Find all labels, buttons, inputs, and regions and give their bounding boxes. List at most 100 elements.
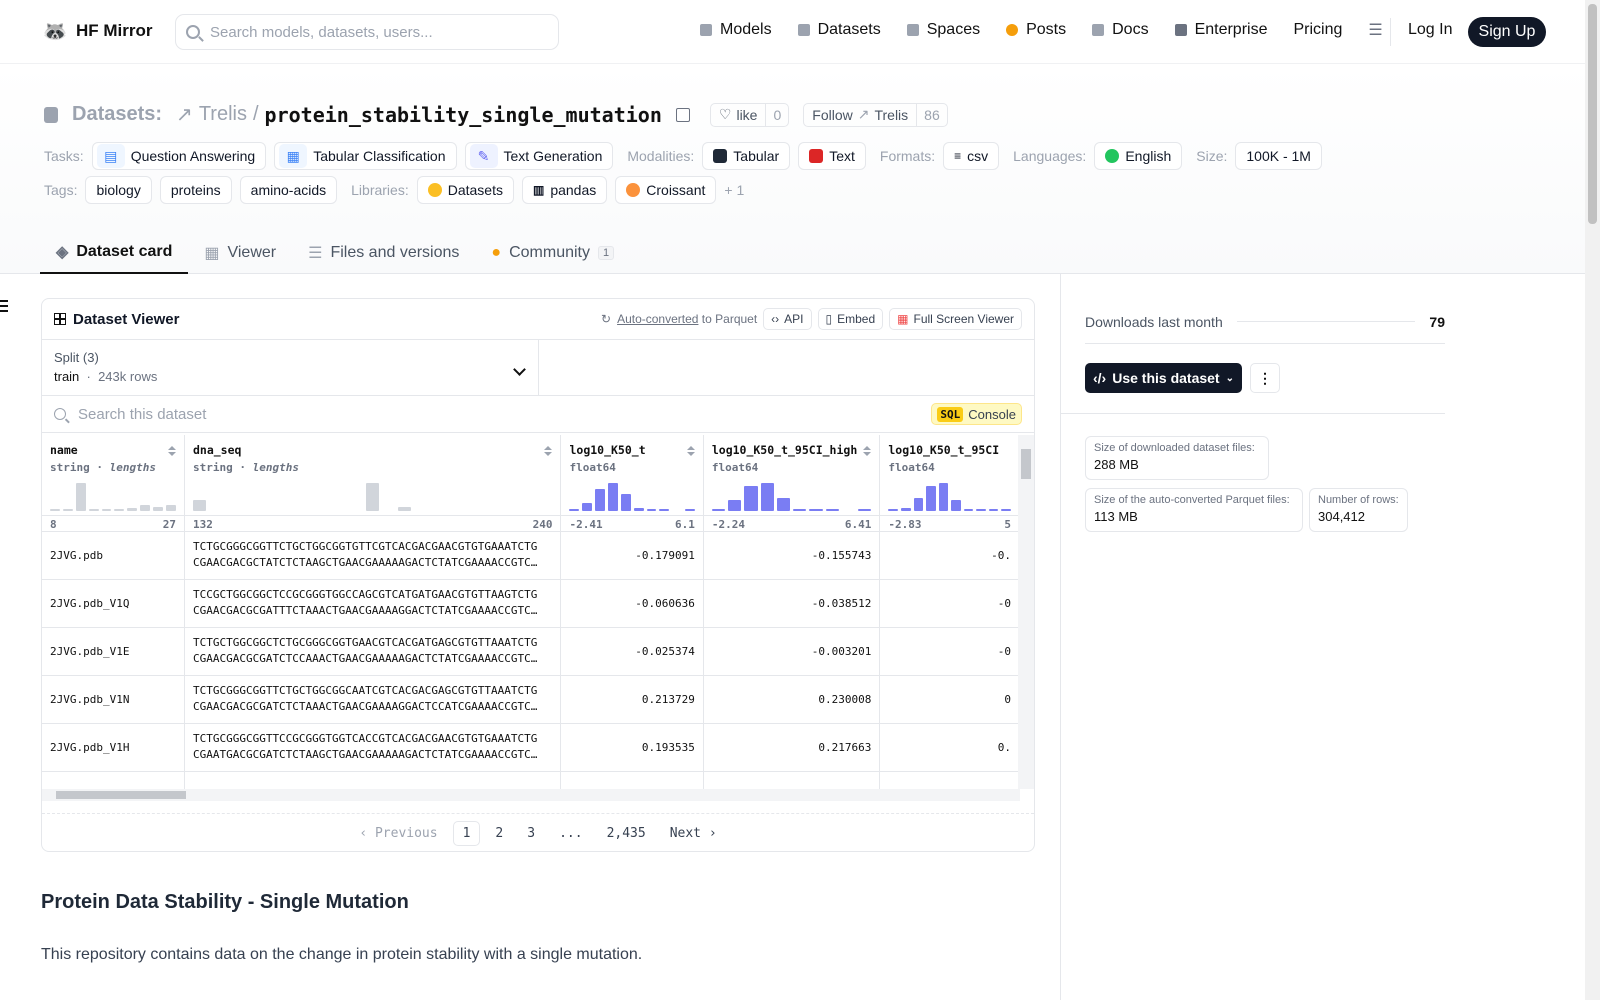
tag-biology[interactable]: biology (85, 176, 152, 204)
histogram-bar[interactable] (672, 510, 682, 511)
library-tag-pandas[interactable]: ▥ pandas (521, 176, 608, 204)
page-button[interactable]: 2 (486, 822, 512, 845)
cell-log10-k50-t-95ci[interactable]: 0. (879, 723, 1020, 772)
cell-log10-k50-t-95ci-high[interactable]: 0.217663 (703, 723, 881, 772)
library-tag-datasets[interactable]: Datasets (416, 176, 514, 204)
tab-community[interactable]: ● Community 1 (475, 232, 630, 274)
histogram-bar[interactable] (303, 510, 316, 511)
libraries-more[interactable]: + 1 (724, 182, 744, 198)
task-tag-text-generation[interactable]: ✎ Text Generation (464, 142, 614, 170)
cell-log10-k50-t-95ci-high[interactable]: -0.038512 (703, 579, 881, 628)
like-button[interactable]: ♡ like 0 (709, 102, 790, 127)
follow-button[interactable]: Follow ↗ Trelis 86 (803, 102, 948, 127)
sort-icon[interactable] (686, 446, 695, 456)
toc-toggle-icon[interactable] (0, 300, 10, 312)
histogram-bar[interactable] (825, 509, 839, 511)
page-button[interactable]: 3 (518, 822, 544, 845)
histogram-bar[interactable] (913, 498, 924, 511)
histogram-bar[interactable] (256, 510, 269, 511)
column-header-log10-k50-t-95ci[interactable]: log10_K50_t_95CI float64 -2.83 5 (879, 435, 1020, 532)
histogram-bar[interactable] (633, 508, 644, 511)
tab-files-and-versions[interactable]: ☰ Files and versions (292, 232, 475, 274)
language-tag-english[interactable]: English (1094, 142, 1183, 170)
histogram-bar[interactable] (127, 508, 138, 511)
sort-icon[interactable] (863, 446, 872, 456)
fullscreen-viewer-button[interactable]: ▦ Full Screen Viewer (889, 308, 1022, 330)
tag-amino-acids[interactable]: amino-acids (239, 176, 338, 204)
signup-button[interactable]: Sign Up (1468, 17, 1546, 47)
histogram-bar[interactable] (62, 509, 73, 511)
histogram-bar[interactable] (140, 505, 151, 511)
sql-console-button[interactable]: SQL Console (931, 403, 1022, 425)
scroll-thumb[interactable] (56, 791, 186, 799)
histogram-bar[interactable] (192, 499, 206, 511)
cell-log10-k50-t-95ci-high[interactable]: 0.230008 (703, 675, 881, 724)
histogram-bar[interactable] (335, 510, 348, 511)
table-row[interactable]: 2JVG.pdb_V1Q TCCGCTGGCGGCTCCGCGGGTGGCCAGC… (42, 579, 1020, 628)
cell-log10-k50-t-95ci[interactable]: 0 (879, 675, 1020, 724)
embed-button[interactable]: ▯ Embed (817, 308, 884, 330)
api-button[interactable]: ‹› API (763, 308, 812, 330)
cell-dna-seq[interactable]: TCTGCTGGCGGCTCTGCGGGCGGTGAACGTCACGATGAGC… (184, 627, 562, 676)
column-header-dna-seq[interactable]: dna_seq string · lengths 132 240 (184, 435, 562, 532)
histogram-bar[interactable] (988, 509, 999, 511)
histogram-bar[interactable] (88, 509, 99, 511)
histogram-bar[interactable] (569, 509, 580, 511)
histogram-bar[interactable] (659, 509, 670, 511)
datasets-crumb[interactable]: Datasets: (72, 103, 162, 126)
more-menu-icon[interactable]: ☰ (1368, 20, 1382, 40)
histogram-bar[interactable] (608, 483, 618, 511)
histogram-bar[interactable] (166, 505, 176, 511)
histogram-bar[interactable] (114, 509, 125, 511)
cell-name[interactable]: 2JVG.pdb_V1Q (42, 579, 185, 628)
histogram-bar[interactable] (900, 508, 911, 511)
histogram-bar[interactable] (75, 483, 86, 511)
histogram-bar[interactable] (540, 510, 553, 511)
page-scroll-thumb[interactable] (1588, 4, 1597, 224)
use-this-dataset-button[interactable]: ‹/› Use this dataset ⌄ (1085, 363, 1242, 393)
histogram-bar[interactable] (938, 483, 949, 511)
histogram-bar[interactable] (319, 510, 332, 511)
histogram-bar[interactable] (728, 499, 742, 511)
histogram-bar[interactable] (809, 509, 823, 511)
global-search-input[interactable]: Search models, datasets, users... (175, 14, 559, 50)
page-button[interactable]: 1 (452, 821, 481, 846)
histogram-bar[interactable] (382, 510, 395, 511)
histogram-bar[interactable] (685, 509, 695, 511)
modality-tag-tabular[interactable]: Tabular (702, 142, 791, 170)
modality-tag-text[interactable]: Text (798, 142, 866, 170)
cell-log10-k50-t[interactable]: -0.025374 (560, 627, 704, 676)
cell-log10-k50-t-95ci[interactable]: -0. (879, 531, 1020, 580)
tab-viewer[interactable]: ▦ Viewer (188, 232, 292, 274)
cell-log10-k50-t-95ci-high[interactable]: -0.155743 (703, 531, 881, 580)
tag-proteins[interactable]: proteins (159, 176, 232, 204)
cell-dna-seq[interactable]: TCTGCGGGCGGTTCCGCGGGTGGTCACCGTCACGACGAAC… (184, 723, 562, 772)
table-row[interactable]: 2JVG.pdb_V1N TCTGCGGGCGGTTCTGCTGGCGGCAATC… (42, 675, 1020, 724)
cell-dna-seq[interactable]: TCCGCTGGCGGCTCCGCGGGTGGCCAGCGTCATGATGAAC… (184, 579, 562, 628)
histogram-bar[interactable] (461, 510, 474, 511)
histogram-bar[interactable] (582, 502, 593, 511)
histogram-bar[interactable] (620, 494, 631, 511)
scroll-thumb[interactable] (1021, 449, 1031, 479)
histogram-bar[interactable] (963, 509, 974, 511)
histogram-bar[interactable] (776, 498, 791, 511)
histogram-bar[interactable] (477, 510, 490, 511)
column-header-name[interactable]: name string · lengths 8 27 (42, 435, 185, 532)
histogram-bar[interactable] (646, 509, 657, 511)
histogram-bar[interactable] (976, 509, 986, 511)
column-header-log10-k50-t[interactable]: log10_K50_t float64 -2.41 6.1 (560, 435, 704, 532)
histogram-bar[interactable] (888, 509, 898, 511)
histogram-bar[interactable] (711, 509, 726, 511)
cell-log10-k50-t[interactable]: 0.193535 (560, 723, 704, 772)
cell-log10-k50-t[interactable]: -0.060636 (560, 579, 704, 628)
cell-dna-seq[interactable]: TCTGCGGGCGGTTCTGCTGGCGGCAATCGTCACGACGAGC… (184, 675, 562, 724)
histogram-bar[interactable] (50, 509, 60, 511)
more-options-button[interactable]: ⋮ (1250, 363, 1280, 393)
histogram-bar[interactable] (288, 510, 301, 511)
histogram-bar[interactable] (153, 506, 164, 511)
table-row[interactable]: 2JVG.pdb TCTGCGGGCGGTTCTGCTGGCGGTGTTCGTCA… (42, 531, 1020, 580)
cell-log10-k50-t-95ci[interactable]: -0 (879, 579, 1020, 628)
cell-name[interactable]: 2JVG.pdb (42, 531, 185, 580)
dataset-name[interactable]: protein_stability_single_mutation (265, 103, 662, 127)
auto-converted-link[interactable]: Auto-converted to Parquet (617, 312, 757, 326)
